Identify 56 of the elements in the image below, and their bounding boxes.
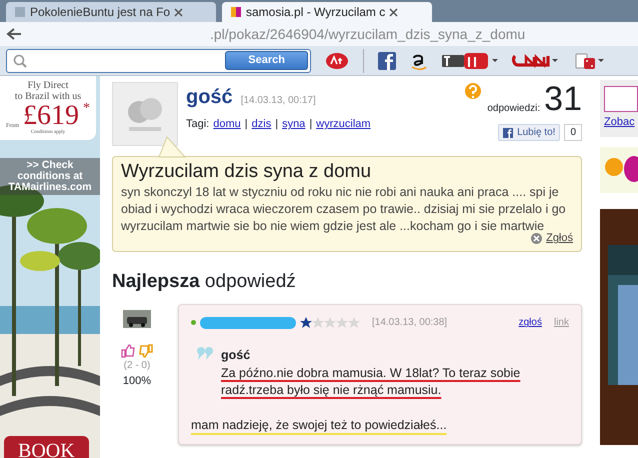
- answers-label: odpowiedzi:: [487, 102, 540, 116]
- see-link[interactable]: Zobac: [604, 116, 635, 128]
- like-count: 0: [564, 124, 582, 141]
- ad-text: *: [83, 102, 90, 116]
- back-icon[interactable]: [6, 27, 22, 41]
- author-name[interactable]: gość: [186, 82, 233, 112]
- browser-tab[interactable]: PokolenieBuntu jest na Fo: [6, 2, 216, 22]
- separator: |: [309, 117, 312, 132]
- ask-icon[interactable]: [325, 52, 349, 70]
- vote-count: (2 - 0): [124, 359, 150, 374]
- tag-link[interactable]: dzis: [252, 116, 272, 132]
- close-icon[interactable]: [389, 8, 398, 16]
- tags-label: Tagi:: [186, 117, 210, 132]
- ad-text: to Brazil with us: [14, 91, 82, 102]
- report-link[interactable]: Zgłoś: [546, 230, 573, 247]
- cards-dice-icon[interactable]: [574, 51, 604, 70]
- search-icon: [13, 54, 27, 68]
- facebook-icon[interactable]: [378, 52, 396, 70]
- report-link[interactable]: zgłoś: [518, 315, 542, 330]
- ad-text: Fly Direct: [26, 80, 70, 91]
- ad-price: £619: [23, 102, 79, 130]
- post-date: [14.03.13, 00:17]: [240, 94, 316, 108]
- quote-icon: [197, 346, 213, 360]
- close-icon: [531, 233, 542, 244]
- tag-link[interactable]: wyrzucilam: [316, 116, 371, 132]
- like-button[interactable]: Lubię to!: [498, 124, 560, 141]
- star-icon: [324, 316, 336, 329]
- question-title: Wyrzucilam dzis syna z domu: [121, 161, 372, 184]
- star-icon: [336, 316, 348, 329]
- quoted-answer: Za późno.nie dobra mamusia. W 18lat? To teraz sobie radź.trzeba było się nie rżnąć mamusiu.: [221, 365, 522, 400]
- best-answer-heading: Najlepsza odpowiedź: [112, 270, 297, 294]
- book-button[interactable]: BOOK: [4, 436, 89, 458]
- page-icon: [14, 6, 26, 18]
- speech-bubbles-icon: [604, 154, 638, 184]
- question-text: syn skonczyl 18 lat w styczniu od roku nic nie robi ani nauka ani praca .... spi je obiad i wychodzi wraca wieczorem czasem po trawie.. dzisiaj mi sie przelalo i go wyrzucilam martwie sie bo nie wiem gdzie jest ale ...kocham go i sie martwie: [121, 184, 566, 233]
- tag-link[interactable]: domu: [213, 116, 241, 132]
- tag-link[interactable]: syna: [282, 116, 306, 132]
- vote-percent: 100%: [122, 374, 152, 390]
- browser-tab[interactable]: samosia.pl - Wyrzucilam c: [222, 2, 432, 22]
- answers-count: 31: [544, 82, 582, 116]
- close-icon[interactable]: [174, 8, 184, 16]
- facebook-icon: [503, 128, 514, 138]
- star-icon: [300, 316, 312, 329]
- thumbs-down-icon[interactable]: [139, 344, 153, 358]
- ad-frame: [604, 86, 638, 112]
- question-icon: [463, 82, 484, 102]
- post-date: [14.03.13, 00:38]: [372, 316, 448, 330]
- status-dot-icon: [191, 320, 196, 326]
- separator: |: [275, 117, 278, 132]
- star-icon: [312, 316, 324, 329]
- thumbs-up-icon[interactable]: [121, 344, 135, 358]
- quote-author: gość: [221, 347, 252, 364]
- site-icon: [230, 6, 242, 18]
- separator: |: [244, 117, 248, 132]
- star-icon: [348, 316, 360, 329]
- answer-reply: mam nadzieję, że swojej też to powiedziałeś...: [191, 416, 448, 434]
